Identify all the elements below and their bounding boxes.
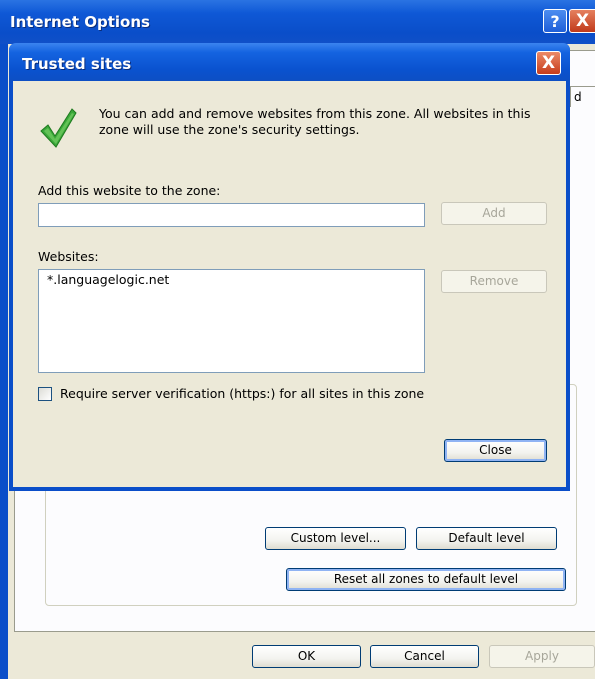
help-button[interactable]: ?	[543, 9, 567, 33]
require-verification-label[interactable]: Require server verification (https:) for…	[60, 386, 424, 401]
ok-button[interactable]: OK	[252, 645, 361, 668]
cancel-button[interactable]: Cancel	[370, 645, 479, 668]
dialog-title: Trusted sites	[22, 55, 132, 73]
trusted-sites-titlebar[interactable]: Trusted sites X	[9, 43, 570, 81]
add-button[interactable]: Add	[441, 202, 547, 225]
tab-partial[interactable]: d	[570, 86, 595, 107]
green-checkmark-icon	[40, 108, 77, 148]
internet-options-titlebar[interactable]: Internet Options ? X	[0, 0, 595, 44]
websites-label: Websites:	[38, 249, 99, 264]
trusted-sites-body: You can add and remove websites from thi…	[13, 81, 566, 487]
website-url-input[interactable]	[38, 203, 425, 227]
zone-info-text: You can add and remove websites from thi…	[99, 106, 531, 137]
list-item[interactable]: *.languagelogic.net	[39, 270, 424, 289]
default-level-button[interactable]: Default level	[416, 527, 557, 550]
custom-level-button[interactable]: Custom level...	[265, 527, 406, 550]
dialog-close-icon[interactable]: X	[536, 51, 561, 75]
trusted-sites-dialog: Trusted sites X You can add and remove w…	[9, 43, 570, 491]
remove-button[interactable]: Remove	[441, 270, 547, 293]
apply-button[interactable]: Apply	[489, 645, 595, 668]
window-border	[0, 44, 8, 679]
close-button[interactable]: Close	[444, 439, 547, 462]
reset-all-zones-button[interactable]: Reset all zones to default level	[286, 568, 566, 591]
add-website-label: Add this website to the zone:	[38, 183, 221, 198]
require-verification-checkbox[interactable]	[38, 387, 52, 401]
window-title: Internet Options	[10, 13, 150, 31]
window-close-button[interactable]: X	[569, 9, 595, 33]
websites-listbox[interactable]: *.languagelogic.net	[38, 269, 425, 373]
